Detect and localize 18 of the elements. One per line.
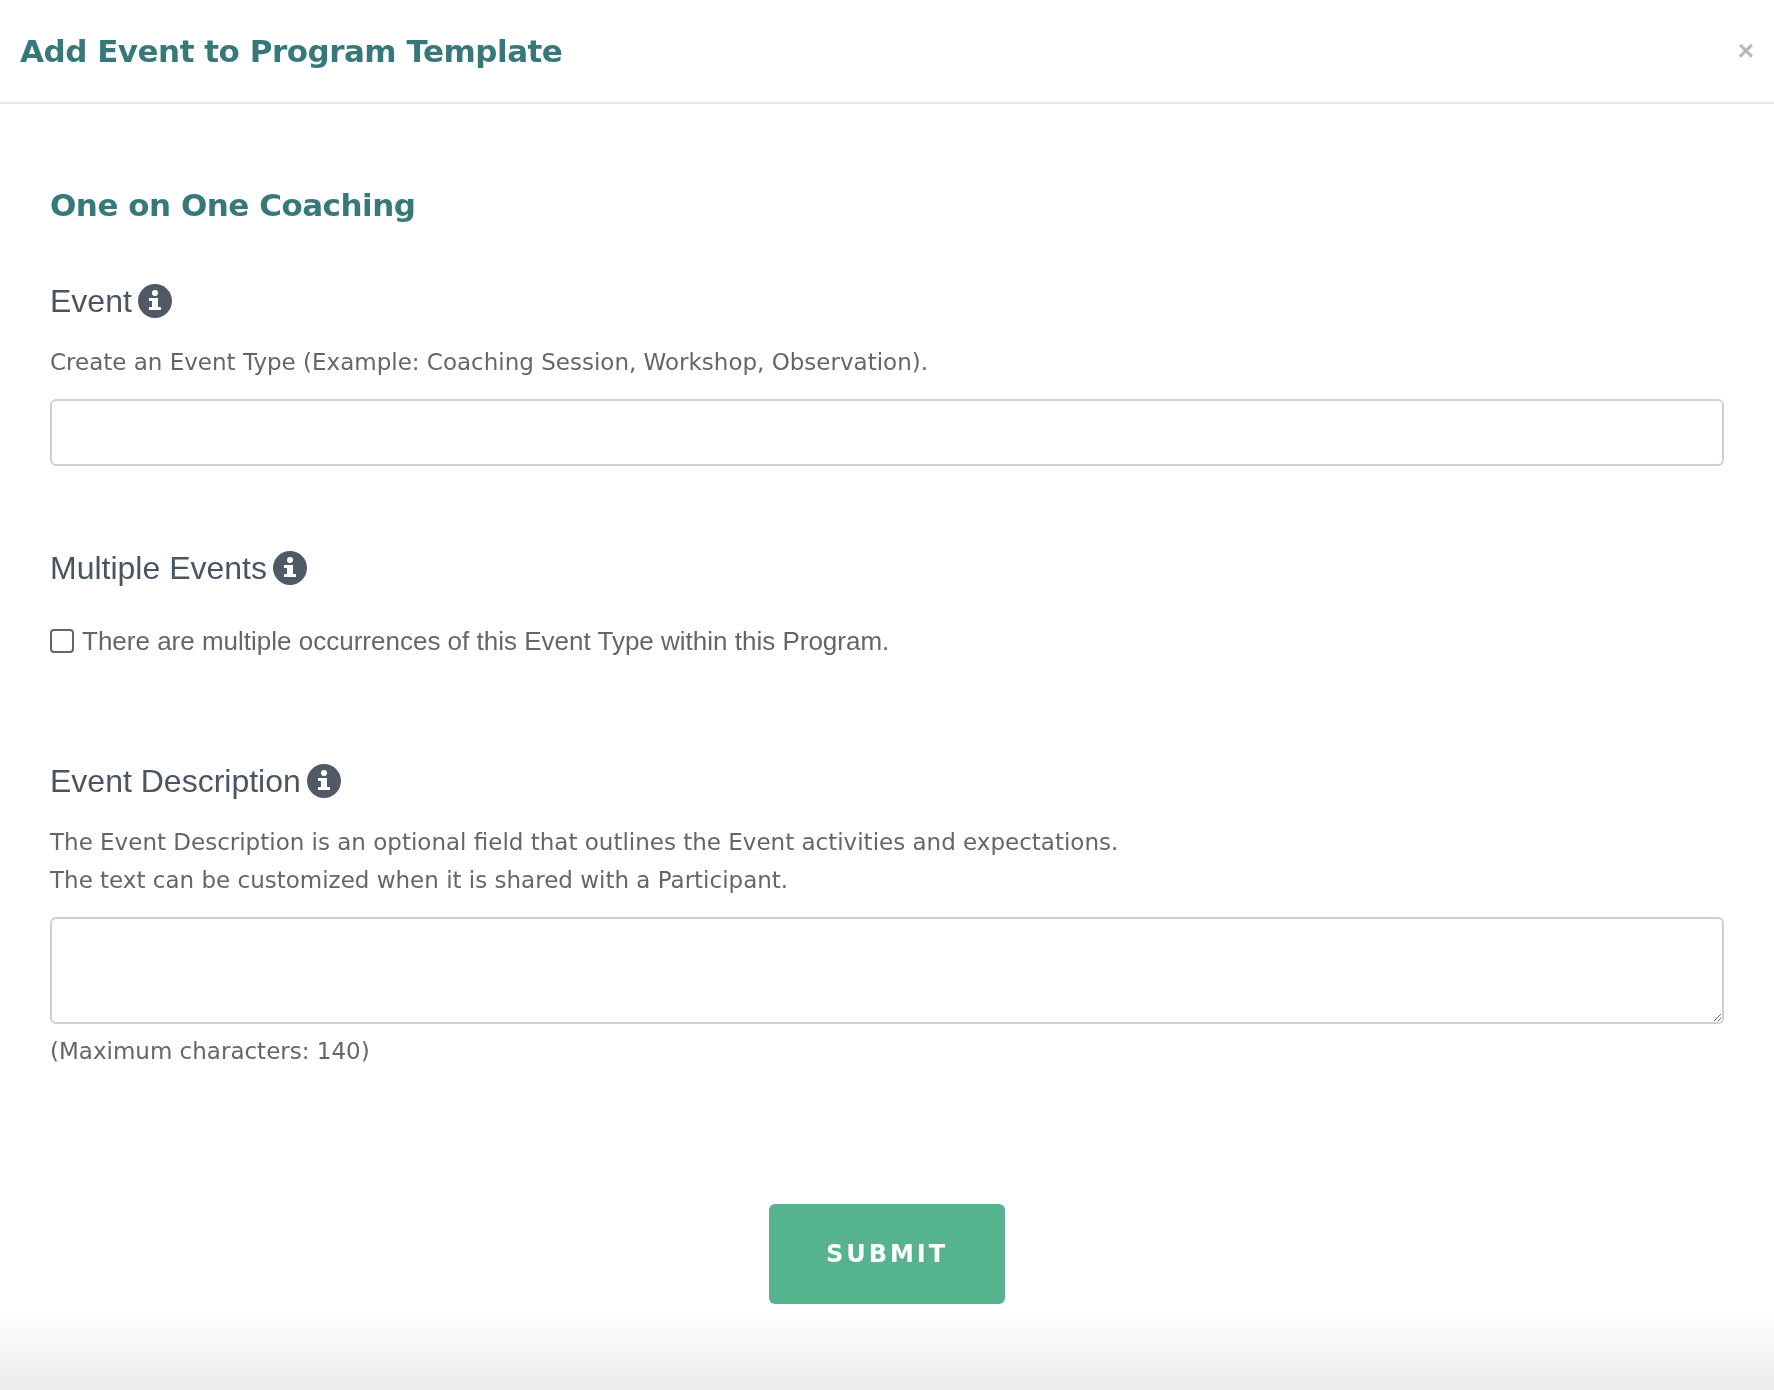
help-text: The text can be customized when it is shared with a Participant. bbox=[50, 865, 789, 895]
help-text: Create an Event Type (Example: Coaching Session, Workshop, Observation). bbox=[50, 347, 928, 377]
submit-button[interactable]: SUBMIT bbox=[769, 1204, 1005, 1304]
checkbox-label: There are multiple occurrences of this Event Type within this Program. bbox=[82, 624, 890, 658]
section-title: One on One Coaching bbox=[50, 186, 417, 225]
dialog-title: Add Event to Program Template bbox=[20, 31, 563, 71]
info-icon[interactable] bbox=[137, 283, 172, 318]
close-button[interactable]: × bbox=[1737, 37, 1754, 65]
field-label: Event Description bbox=[50, 761, 301, 801]
field-label: Multiple Events bbox=[50, 548, 267, 588]
description-field[interactable] bbox=[50, 916, 1724, 1024]
info-icon[interactable] bbox=[273, 550, 307, 585]
character-limit-note: (Maximum characters: 140) bbox=[50, 1036, 370, 1066]
input-field[interactable] bbox=[50, 398, 1724, 466]
field-label: Event bbox=[50, 281, 132, 321]
checkbox[interactable] bbox=[50, 629, 74, 653]
help-text: The Event Description is an optional field that outlines the Event activities and expectations. bbox=[50, 827, 1119, 857]
info-icon[interactable] bbox=[306, 763, 341, 798]
